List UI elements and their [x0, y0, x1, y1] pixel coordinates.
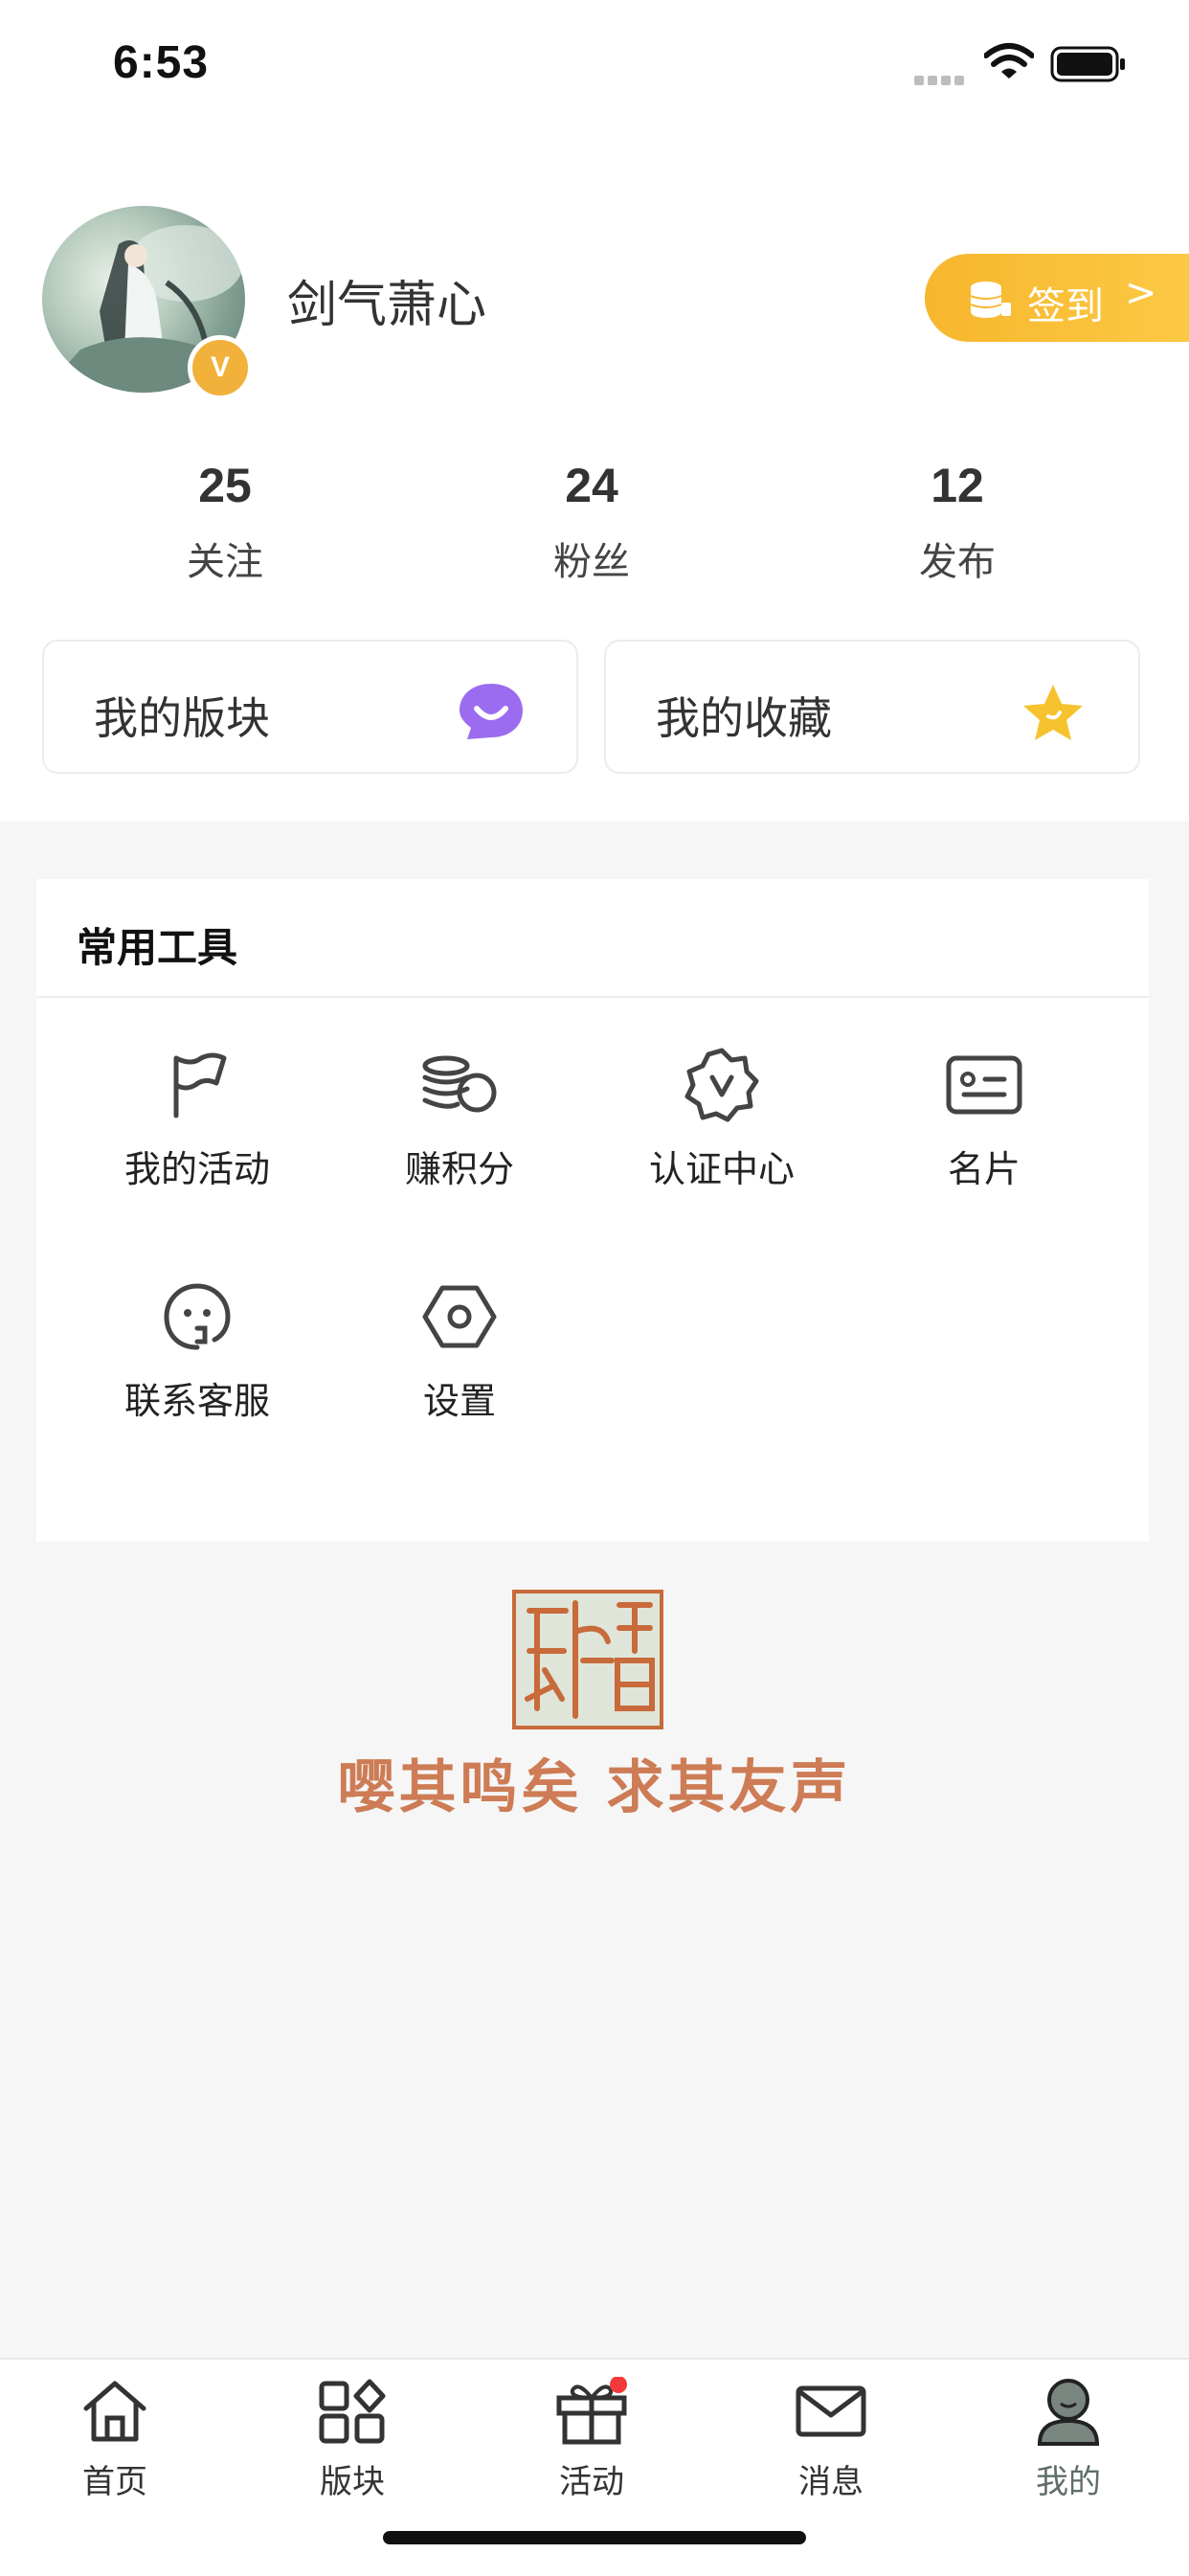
tab-label: 首页 [82, 2463, 147, 2501]
tool-label: 认证中心 [648, 1148, 795, 1190]
tab-messages[interactable]: 消息 [754, 2373, 908, 2502]
cellular-signal-icon [914, 71, 968, 89]
tab-profile[interactable]: 我的 [992, 2373, 1145, 2502]
stat-following[interactable]: 25 关注 [129, 458, 321, 586]
wifi-icon [983, 42, 1035, 84]
vip-badge: V [188, 335, 253, 400]
stat-label: 关注 [187, 540, 263, 584]
common-tools-panel: 常用工具 我的活动 赚积分 认证中心 名片 联系客服 设置 [36, 879, 1149, 1542]
coin-stack-icon [967, 280, 1013, 328]
stat-posts[interactable]: 12 发布 [862, 458, 1053, 586]
signin-button[interactable]: 签到 > [925, 254, 1189, 342]
smile-chat-icon [458, 682, 525, 745]
mail-icon [754, 2373, 908, 2450]
flag-icon [82, 1042, 312, 1128]
tools-title: 常用工具 [77, 924, 238, 971]
tool-my-activities[interactable]: 我的活动 [82, 1042, 312, 1192]
home-icon [38, 2373, 191, 2450]
tool-label: 名片 [947, 1148, 1021, 1190]
tool-business-card[interactable]: 名片 [869, 1042, 1099, 1192]
tool-label: 联系客服 [123, 1380, 270, 1422]
stat-value: 24 [565, 459, 618, 512]
my-favorites-card[interactable]: 我的收藏 [604, 640, 1140, 774]
stat-value: 25 [198, 459, 252, 512]
status-time: 6:53 [113, 37, 210, 88]
stat-followers[interactable]: 24 粉丝 [496, 458, 687, 586]
my-favorites-label: 我的收藏 [656, 692, 832, 744]
divider [36, 996, 1149, 998]
customer-service-icon [82, 1274, 312, 1360]
slogan: 嘤其鸣矣 求其友声 [337, 1754, 852, 1821]
tab-home[interactable]: 首页 [38, 2373, 191, 2502]
verified-badge-icon [607, 1042, 837, 1128]
id-card-icon [869, 1042, 1099, 1128]
tab-activities[interactable]: 活动 [515, 2373, 668, 2502]
gift-icon [515, 2373, 668, 2450]
stat-label: 粉丝 [553, 540, 630, 584]
my-boards-label: 我的版块 [94, 692, 270, 744]
tool-settings[interactable]: 设置 [345, 1274, 574, 1424]
username: 剑气萧心 [287, 277, 487, 334]
home-indicator [383, 2531, 806, 2544]
my-boards-card[interactable]: 我的版块 [42, 640, 578, 774]
chevron-right-icon: > [1125, 271, 1157, 315]
tool-label: 赚积分 [404, 1148, 514, 1190]
seal-stamp-icon [512, 1590, 663, 1729]
battery-icon [1050, 45, 1127, 87]
stat-value: 12 [931, 459, 984, 512]
tool-verification-center[interactable]: 认证中心 [607, 1042, 837, 1192]
settings-hex-icon [345, 1274, 574, 1360]
coins-icon [345, 1042, 574, 1128]
stat-label: 发布 [919, 540, 996, 584]
tab-boards[interactable]: 版块 [276, 2373, 429, 2502]
tab-label: 我的 [1036, 2463, 1101, 2501]
tab-label: 版块 [320, 2463, 385, 2501]
tab-label: 活动 [559, 2463, 624, 2501]
tool-label: 设置 [422, 1380, 496, 1422]
grid-icon [276, 2373, 429, 2450]
star-icon [1020, 682, 1087, 745]
signin-label: 签到 [1027, 284, 1104, 328]
tool-customer-service[interactable]: 联系客服 [82, 1274, 312, 1424]
user-icon [992, 2373, 1145, 2450]
tool-earn-points[interactable]: 赚积分 [345, 1042, 574, 1192]
tab-label: 消息 [798, 2463, 864, 2501]
tool-label: 我的活动 [123, 1148, 270, 1190]
